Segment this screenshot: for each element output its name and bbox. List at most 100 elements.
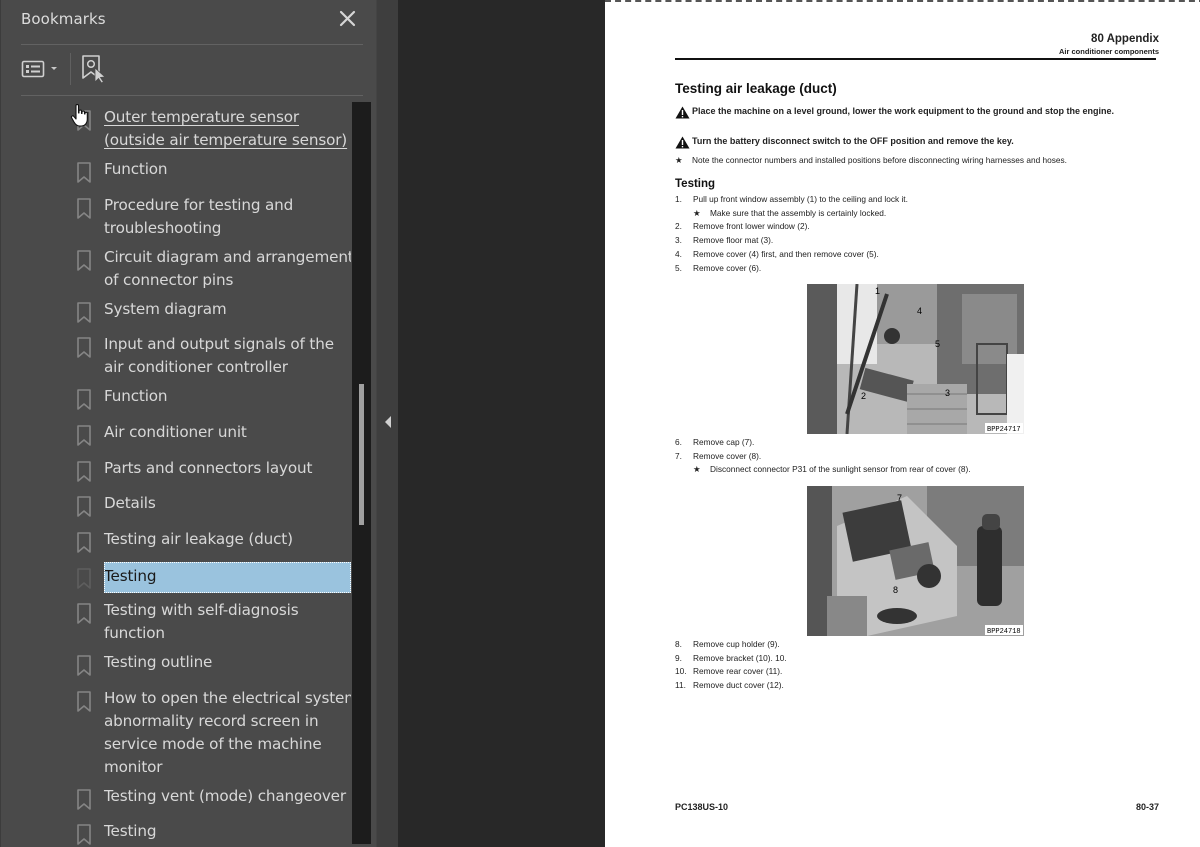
page-header-subsection: Air conditioner components [1058,47,1159,56]
figure-id: BPP24718 [987,628,1021,636]
bookmark-label: Testing [104,562,351,593]
header-rule [675,58,1156,60]
bookmark-label: Testing vent (mode) changeover [104,785,351,808]
figure-callout: 3 [945,388,950,398]
section-subtitle: Testing [675,178,716,190]
bookmark-label-line: air conditioner controller [104,358,288,376]
bookmarks-toolbar [21,46,363,96]
pdf-page: 80 Appendix Air conditioner components T… [605,0,1200,847]
bookmark-label: Testing [104,820,351,843]
bookmark-options-button[interactable] [21,58,63,82]
bookmark-label-line: Outer temperature sensor [104,108,299,126]
bookmark-icon [77,162,91,183]
note-text: Note the connector numbers and installed… [692,155,1067,165]
bookmark-icon [77,425,91,446]
collapse-panel-button[interactable] [376,0,398,847]
bookmark-label: Parts and connectors layout [104,457,351,480]
step-text: Remove duct cover (12). [693,680,784,691]
toolbar-divider [70,53,71,85]
step-item: 10. Remove rear cover (11). [675,666,782,677]
figure-callout: 4 [917,306,922,316]
bookmark-label: Input and output signals of the air condi… [104,333,351,379]
bookmark-label: Function [104,385,351,408]
bookmark-label: Circuit diagram and arrangement of connec… [104,246,351,292]
bookmark-icon [77,389,91,410]
new-bookmark-button[interactable] [81,54,109,84]
bookmark-label-line: abnormality record screen in [104,712,319,730]
step-number: 11. [675,680,686,691]
step-number: 1. [675,194,682,204]
step-item: 4. Remove cover (4) first, and then remov… [675,249,879,260]
step-item: 6. Remove cap (7). [675,437,754,448]
scrollbar-thumb[interactable] [359,383,364,525]
bookmark-list-scrollbar[interactable] [352,102,371,844]
bookmark-label-line: Details [104,494,156,512]
bookmark-label: Details [104,492,351,515]
bookmark-icon [77,198,91,219]
bookmark-label-line: How to open the electrical system [104,689,351,707]
bookmark-label-line: monitor [104,758,163,776]
bookmark-icon [77,691,91,712]
star-note: ★ Note the connector numbers and installe… [675,155,1067,166]
bookmark-label-line: Testing outline [104,653,213,671]
step-text: Remove cup holder (9). [693,639,780,649]
bookmark-label: Air conditioner unit [104,421,351,444]
bookmark-icon [77,603,91,624]
bookmark-label: Function [104,158,351,181]
figure-id: BPP24717 [987,426,1021,434]
bookmark-list: Outer temperature sensor (outside air te… [1,102,351,847]
bookmark-label-line: Procedure for testing and [104,196,294,214]
bookmark-label-line: Air conditioner unit [104,423,247,441]
bookmark-label-line: Testing vent (mode) changeover [104,787,346,805]
star-icon: ★ [693,464,701,475]
warning-text: Turn the battery disconnect switch to th… [692,136,1014,146]
footer-page-number: 80-37 [1135,802,1159,812]
bookmark-label: Testing outline [104,651,351,674]
figure-callout: 1 [875,286,880,296]
document-viewport[interactable]: 80 Appendix Air conditioner components T… [398,0,1200,847]
bookmark-icon [77,337,91,358]
warning-icon [675,136,690,149]
bookmark-label-line: Testing air leakage (duct) [104,530,293,548]
page-title: Testing air leakage (duct) [675,81,837,96]
figure-callout: 2 [861,391,866,401]
step-item: 5. Remove cover (6). [675,263,761,274]
step-number: 2. [675,221,682,232]
bookmark-label: Testing with self-diagnosis function [104,599,351,645]
bookmark-label: Testing air leakage (duct) [104,528,351,551]
step-number: 4. [675,248,682,259]
figure-callout: 5 [935,339,940,349]
bookmark-icon [77,496,91,517]
bookmark-label-line: service mode of the machine [104,735,322,753]
step-number: 9. [675,652,682,663]
step-number: 6. [675,437,682,447]
step-text: Make sure that the assembly is certainly… [710,207,887,218]
footer-model: PC138US-10 [675,802,729,812]
bookmark-icon [77,302,91,323]
bookmark-label: How to open the electrical system abnorma… [104,687,351,779]
bookmark-icon [77,532,91,553]
bookmark-icon [77,789,91,810]
bookmark-label-line: Testing [104,567,157,585]
chevron-down-icon [51,67,57,70]
bookmark-label-line: Testing [104,822,157,840]
warning-icon [675,106,690,119]
list-options-icon [21,60,57,78]
step-text: Remove front lower window (2). [693,221,810,232]
step-text: Pull up front window assembly (1) to the… [693,194,908,204]
figure-callout: 7 [897,493,902,503]
warning-note: Place the machine on a level ground, low… [675,106,1156,119]
bookmark-icon [77,250,91,271]
step-number: 7. [675,450,682,461]
step-text: Remove cover (6). [693,262,762,273]
step-note: ★ Disconnect connector P31 of the sunligh… [693,464,971,475]
bookmark-label-line: Input and output signals of the [104,335,334,353]
bookmark-icon [77,568,91,589]
close-panel-button[interactable] [337,8,359,30]
bookmark-label-line: Function [104,387,168,405]
bookmarks-panel: Bookmarks Outer temperature sensor (outs… [0,0,376,847]
star-icon: ★ [675,155,683,165]
step-item: 8. Remove cup holder (9). [675,639,780,650]
bookmark-icon [77,655,91,676]
close-icon [339,10,356,27]
